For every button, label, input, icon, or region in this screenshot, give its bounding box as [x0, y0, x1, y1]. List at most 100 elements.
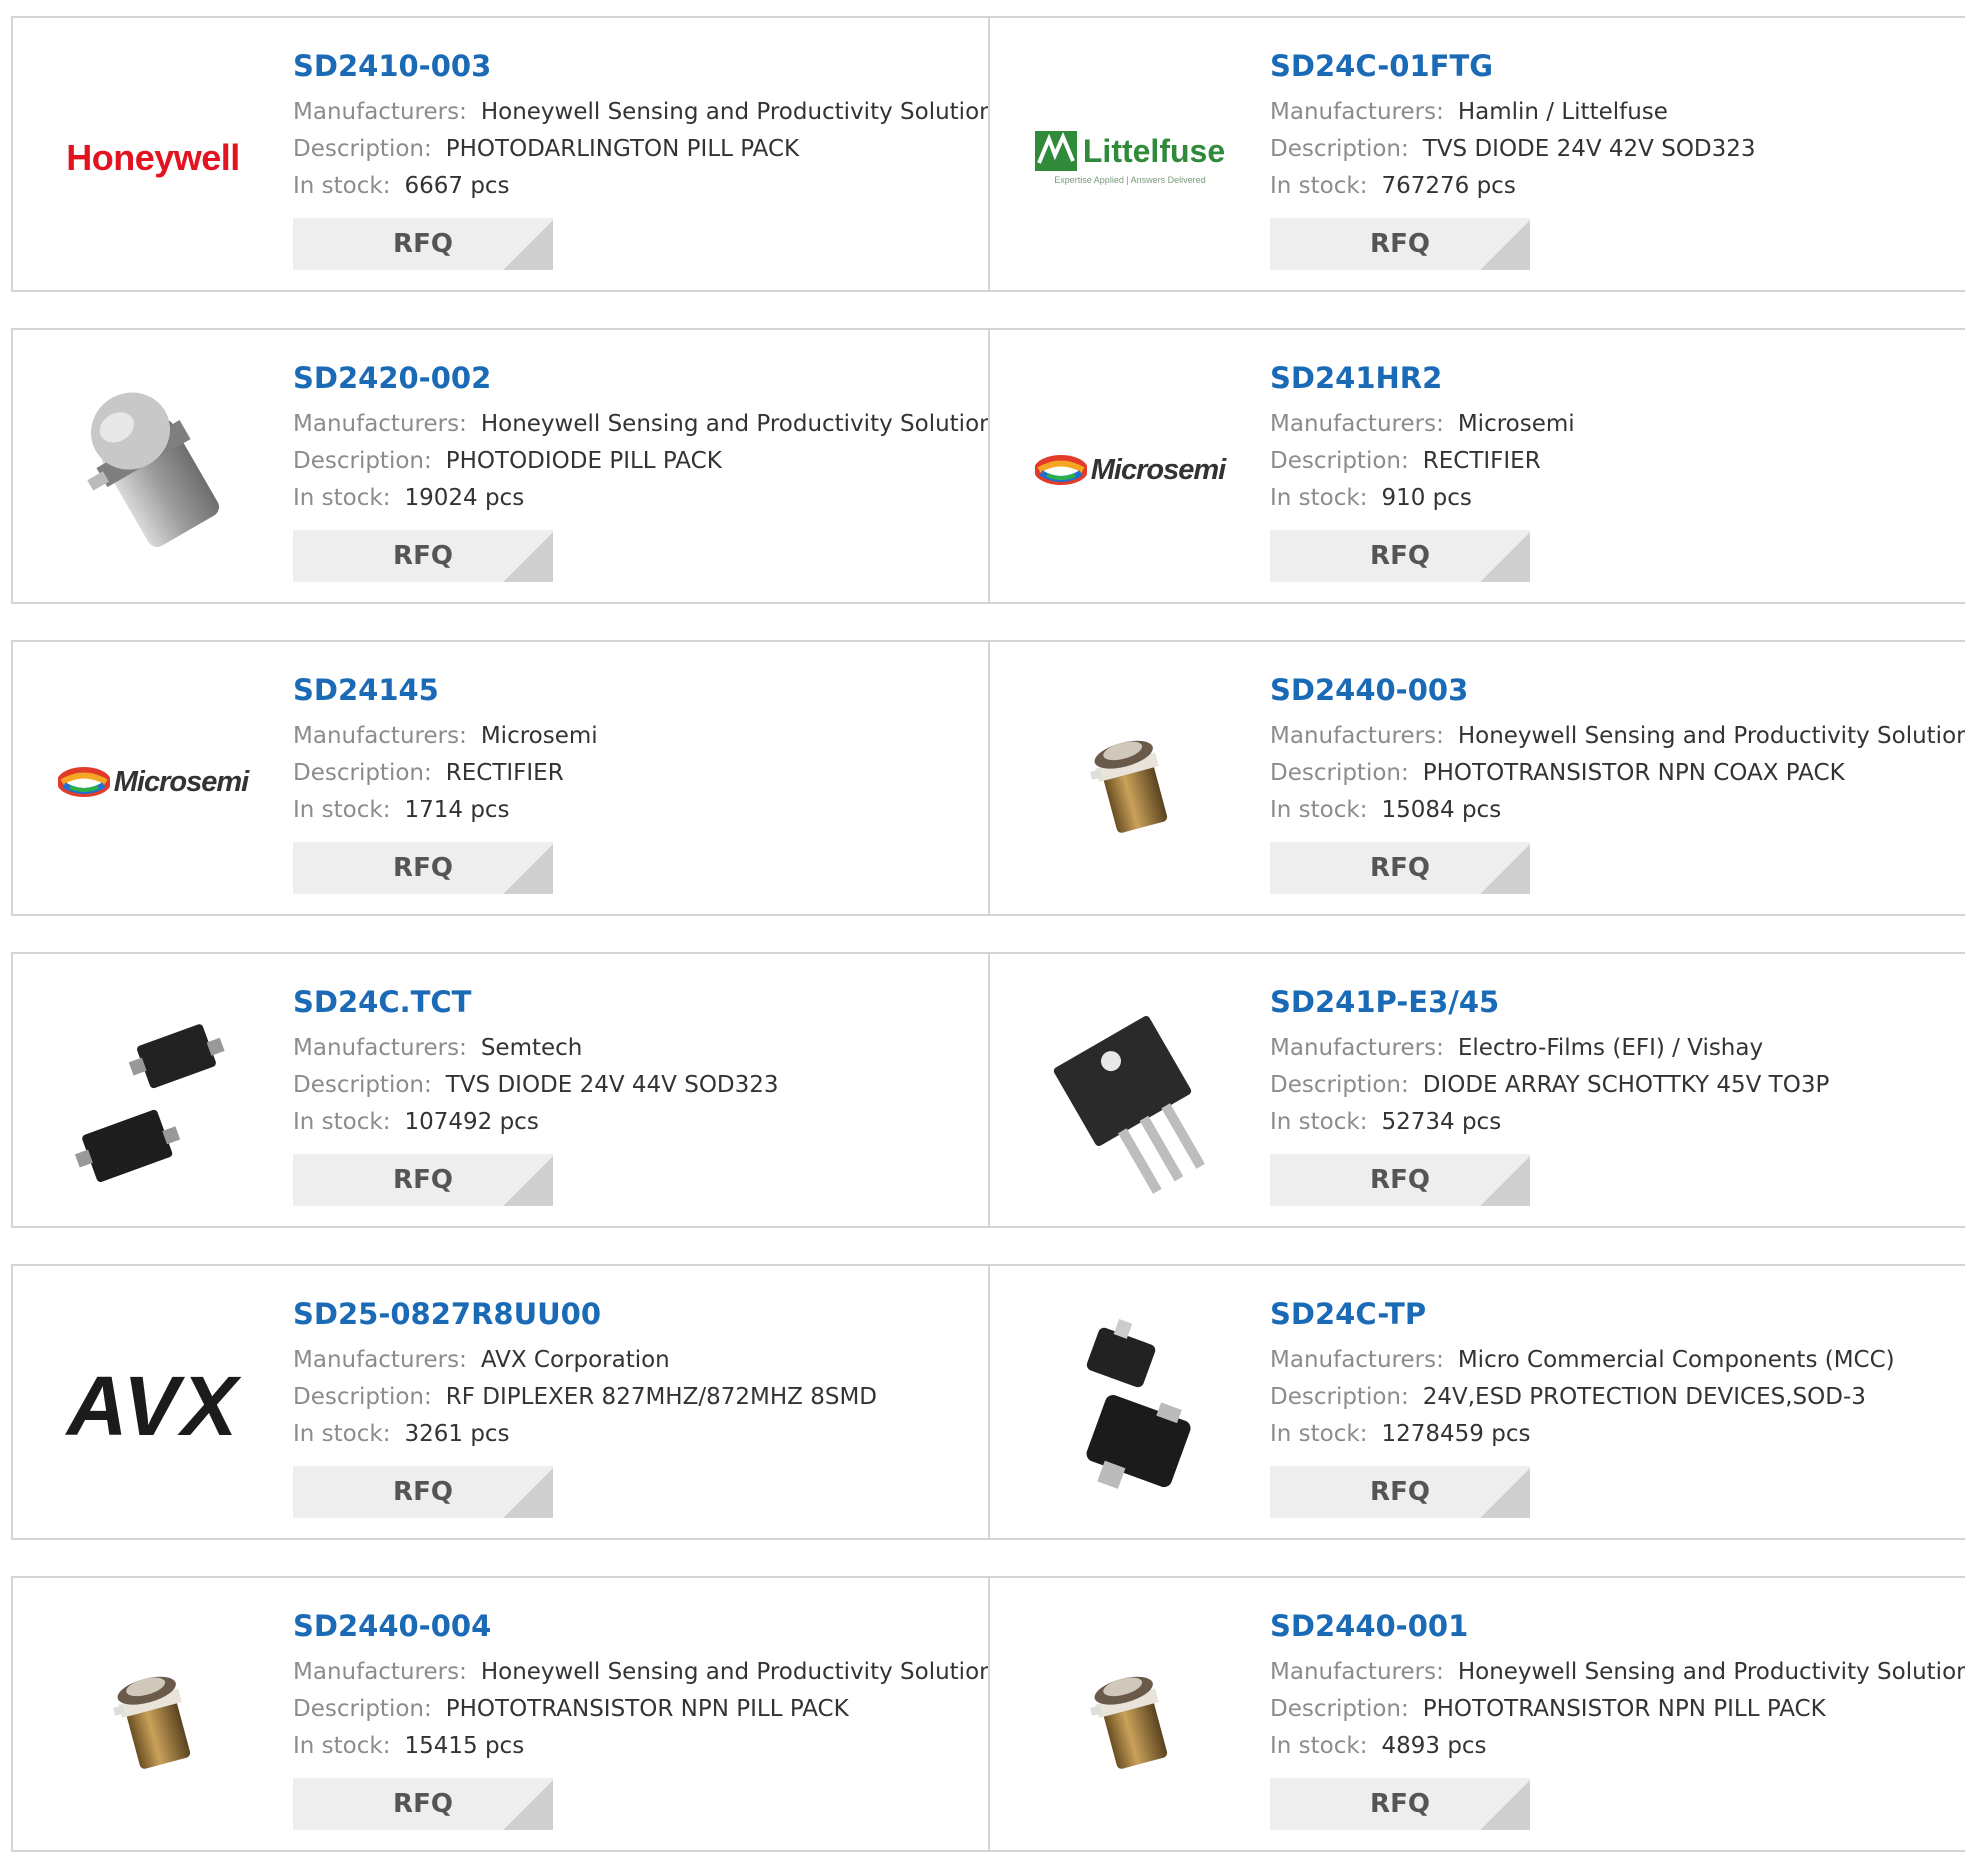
- manufacturer-row: Manufacturers: Electro-Films (EFI) / Vish…: [1270, 1030, 1956, 1067]
- product-image[interactable]: [53, 370, 253, 570]
- product-image[interactable]: [1030, 994, 1230, 1194]
- description-value: PHOTOTRANSISTOR NPN COAX PACK: [1422, 760, 1845, 786]
- stock-value: 107492 pcs: [404, 1109, 539, 1135]
- stock-row: In stock: 1278459 pcs: [1270, 1416, 1956, 1453]
- stock-value: 15084 pcs: [1381, 797, 1502, 823]
- manufacturer-label: Manufacturers:: [293, 1035, 467, 1061]
- manufacturer-label: Manufacturers:: [1270, 99, 1444, 125]
- product-image[interactable]: Microsemi: [53, 682, 253, 882]
- honeywell-logo: Honeywell: [66, 137, 240, 178]
- rfq-button[interactable]: RFQ: [1270, 1154, 1530, 1206]
- part-number-link[interactable]: SD24C-TP: [1270, 1294, 1956, 1334]
- product-image[interactable]: [1030, 1306, 1230, 1506]
- product-image[interactable]: [1030, 1618, 1230, 1818]
- part-number-link[interactable]: SD2440-001: [1270, 1606, 1956, 1646]
- description-row: Description: RF DIPLEXER 827MHZ/872MHZ 8S…: [293, 1379, 979, 1416]
- manufacturer-row: Manufacturers: Hamlin / Littelfuse: [1270, 94, 1956, 131]
- rfq-button[interactable]: RFQ: [1270, 218, 1530, 270]
- rfq-button[interactable]: RFQ: [1270, 1778, 1530, 1830]
- manufacturer-row: Manufacturers: Microsemi: [293, 718, 979, 755]
- rfq-button[interactable]: RFQ: [293, 218, 553, 270]
- product-image[interactable]: [53, 994, 253, 1194]
- part-number-link[interactable]: SD24C-01FTG: [1270, 46, 1956, 86]
- description-label: Description:: [1270, 1384, 1409, 1410]
- manufacturer-value: Microsemi: [480, 723, 598, 749]
- description-row: Description: PHOTODIODE PILL PACK: [293, 443, 979, 480]
- stock-row: In stock: 19024 pcs: [293, 480, 979, 517]
- description-row: Description: RECTIFIER: [293, 755, 979, 792]
- description-row: Description: PHOTODARLINGTON PILL PACK: [293, 131, 979, 168]
- product-image[interactable]: [1030, 682, 1230, 882]
- stock-label: In stock:: [1270, 485, 1368, 511]
- product-card: SD2440-003 Manufacturers: Honeywell Sensi…: [988, 640, 1965, 916]
- description-value: 24V,ESD PROTECTION DEVICES,SOD-3: [1422, 1384, 1866, 1410]
- product-grid: Honeywell SD2410-003 Manufacturers: Honey…: [0, 0, 1965, 1852]
- part-number-link[interactable]: SD2440-004: [293, 1606, 979, 1646]
- microsemi-logo: Microsemi: [1034, 454, 1226, 487]
- part-number-link[interactable]: SD241HR2: [1270, 358, 1956, 398]
- manufacturer-label: Manufacturers:: [293, 411, 467, 437]
- manufacturer-label: Manufacturers:: [1270, 1347, 1444, 1373]
- sod323-image: [74, 1024, 225, 1182]
- manufacturer-row: Manufacturers: Micro Commercial Component…: [1270, 1342, 1956, 1379]
- description-label: Description:: [293, 1384, 432, 1410]
- stock-row: In stock: 15084 pcs: [1270, 792, 1956, 829]
- part-number-link[interactable]: SD2410-003: [293, 46, 979, 86]
- manufacturer-value: Electro-Films (EFI) / Vishay: [1457, 1035, 1764, 1061]
- stock-row: In stock: 910 pcs: [1270, 480, 1956, 517]
- stock-row: In stock: 3261 pcs: [293, 1416, 979, 1453]
- product-card: SD2440-001 Manufacturers: Honeywell Sensi…: [988, 1576, 1965, 1852]
- product-card: Littelfuse Expertise Applied | Answers D…: [988, 16, 1965, 292]
- rfq-button[interactable]: RFQ: [293, 842, 553, 894]
- rfq-button[interactable]: RFQ: [293, 1778, 553, 1830]
- description-label: Description:: [293, 448, 432, 474]
- microsemi-swoosh-icon: [1034, 455, 1087, 485]
- part-number-link[interactable]: SD2420-002: [293, 358, 979, 398]
- product-image[interactable]: Littelfuse Expertise Applied | Answers D…: [1030, 58, 1230, 258]
- manufacturer-value: Honeywell Sensing and Productivity Solut…: [1457, 1659, 1965, 1685]
- part-number-link[interactable]: SD25-0827R8UU00: [293, 1294, 979, 1334]
- description-label: Description:: [293, 136, 432, 162]
- manufacturer-row: Manufacturers: Honeywell Sensing and Prod…: [1270, 1654, 1965, 1691]
- sod3-image: [1086, 1319, 1191, 1489]
- rfq-button[interactable]: RFQ: [1270, 842, 1530, 894]
- product-image[interactable]: Microsemi: [1030, 370, 1230, 570]
- rfq-button[interactable]: RFQ: [293, 1154, 553, 1206]
- manufacturer-row: Manufacturers: Honeywell Sensing and Prod…: [293, 1654, 1006, 1691]
- avx-logo: AVX: [66, 1358, 240, 1453]
- manufacturer-row: Manufacturers: AVX Corporation: [293, 1342, 979, 1379]
- stock-value: 4893 pcs: [1381, 1733, 1487, 1759]
- rfq-button[interactable]: RFQ: [1270, 530, 1530, 582]
- part-number-link[interactable]: SD241P-E3/45: [1270, 982, 1956, 1022]
- rfq-button[interactable]: RFQ: [1270, 1466, 1530, 1518]
- product-image[interactable]: [53, 1618, 253, 1818]
- stock-value: 52734 pcs: [1381, 1109, 1502, 1135]
- description-label: Description:: [1270, 760, 1409, 786]
- stock-label: In stock:: [293, 485, 391, 511]
- manufacturer-label: Manufacturers:: [1270, 1659, 1444, 1685]
- part-number-link[interactable]: SD24C.TCT: [293, 982, 979, 1022]
- part-number-link[interactable]: SD24145: [293, 670, 979, 710]
- description-row: Description: TVS DIODE 24V 42V SOD323: [1270, 131, 1956, 168]
- description-row: Description: PHOTOTRANSISTOR NPN COAX PAC…: [1270, 755, 1956, 792]
- manufacturer-value: Microsemi: [1457, 411, 1575, 437]
- product-image[interactable]: AVX: [53, 1306, 253, 1506]
- product-image[interactable]: Honeywell: [53, 58, 253, 258]
- rfq-button[interactable]: RFQ: [293, 530, 553, 582]
- part-number-link[interactable]: SD2440-003: [1270, 670, 1956, 710]
- product-card: SD241P-E3/45 Manufacturers: Electro-Films…: [988, 952, 1965, 1228]
- manufacturer-row: Manufacturers: Honeywell Sensing and Prod…: [293, 94, 1006, 131]
- manufacturer-value: Honeywell Sensing and Productivity Solut…: [480, 1659, 1006, 1685]
- manufacturer-row: Manufacturers: Honeywell Sensing and Prod…: [293, 406, 1006, 443]
- stock-value: 19024 pcs: [404, 485, 525, 511]
- stock-value: 910 pcs: [1381, 485, 1472, 511]
- description-value: RECTIFIER: [1422, 448, 1541, 474]
- product-card: SD24C.TCT Manufacturers: Semtech Descript…: [11, 952, 991, 1228]
- manufacturer-label: Manufacturers:: [293, 1347, 467, 1373]
- description-row: Description: PHOTOTRANSISTOR NPN PILL PAC…: [293, 1691, 979, 1728]
- microsemi-logo: Microsemi: [57, 766, 249, 799]
- manufacturer-label: Manufacturers:: [293, 99, 467, 125]
- littelfuse-mark-icon: [1034, 131, 1077, 171]
- rfq-button[interactable]: RFQ: [293, 1466, 553, 1518]
- stock-row: In stock: 107492 pcs: [293, 1104, 979, 1141]
